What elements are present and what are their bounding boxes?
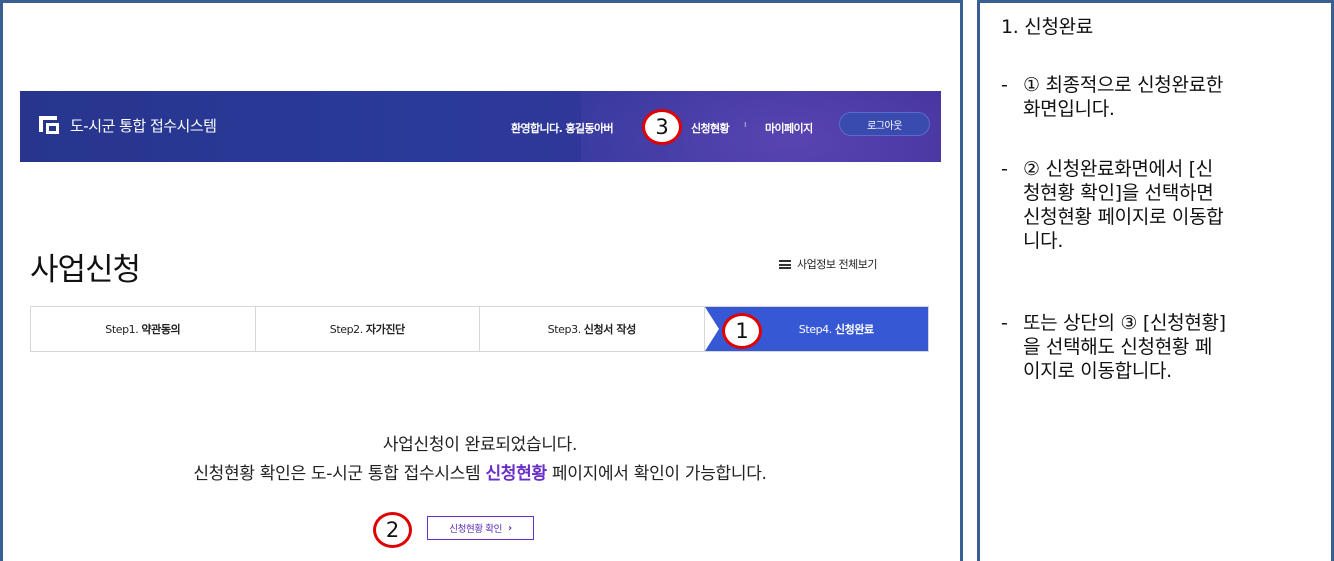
nav-separator: ı	[744, 120, 747, 130]
menu-icon	[779, 260, 791, 269]
annotation-marker-3: 3	[642, 109, 682, 145]
view-all-label: 사업정보 전체보기	[797, 258, 877, 271]
completion-message: 사업신청이 완료되었습니다.	[382, 435, 578, 455]
notes-title: 1. 신청완료	[1001, 16, 1093, 38]
annotation-marker-1: 1	[722, 313, 762, 349]
step-3-prefix: Step3.	[547, 322, 582, 336]
step-3-label: 신청서 작성	[583, 323, 636, 336]
view-all-link[interactable]: 사업정보 전체보기	[779, 256, 877, 272]
step-1: Step1. 약관동의	[31, 307, 256, 351]
note-bullet: -	[1001, 74, 1008, 96]
page-title: 사업신청	[30, 252, 141, 288]
confirm-button-label: 신청현황 확인	[449, 524, 502, 535]
site-title[interactable]: 도-시군 통합 접수시스템	[70, 115, 217, 136]
note-text-3: 또는 상단의 ③ [신청현황] 을 선택해도 신청현황 페 이지로 이동합니다.	[1023, 312, 1226, 382]
note-text-2: ② 신청완료화면에서 [신 청현황 확인]을 선택하면 신청현황 페이지로 이동…	[1023, 158, 1224, 252]
step-2-prefix: Step2.	[329, 322, 364, 336]
nav-apply-status-link[interactable]: 신청현황	[691, 120, 730, 136]
completion-detail: 신청현황 확인은 도-시군 통합 접수시스템 신청현황 페이지에서 확인이 가능…	[0, 459, 960, 484]
step-2: Step2. 자가진단	[256, 307, 480, 351]
apply-status-confirm-button[interactable]: 신청현황 확인 ›	[427, 516, 534, 540]
note-bullet: -	[1001, 158, 1008, 180]
annotation-marker-2: 2	[373, 512, 412, 548]
apply-status-highlight: 신청현황	[485, 464, 547, 484]
step-1-label: 약관동의	[141, 323, 181, 336]
step-4-prefix: Step4.	[798, 322, 833, 336]
step-3: Step3. 신청서 작성	[480, 307, 705, 351]
step-progress: Step1. 약관동의 Step2. 자가진단 Step3. 신청서 작성 Step4…	[30, 306, 929, 352]
logout-button[interactable]: 로그아웃	[839, 112, 930, 136]
note-text-1: ① 최종적으로 신청완료한 화면입니다.	[1023, 74, 1224, 120]
completion-detail-after: 페이지에서 확인이 가능합니다.	[546, 464, 767, 484]
step-4-label: 신청완료	[834, 323, 874, 336]
site-header: 도-시군 통합 접수시스템 환영합니다. 홍길동아버 신청현황 ı 마이페이지 …	[20, 91, 941, 162]
step-1-prefix: Step1.	[105, 322, 139, 336]
logo-icon	[39, 116, 59, 134]
completion-detail-before: 신청현황 확인은 도-시군 통합 접수시스템	[193, 464, 486, 484]
chevron-right-icon: ›	[507, 522, 512, 534]
welcome-text: 환영합니다. 홍길동아버	[511, 122, 614, 135]
note-bullet: -	[1001, 312, 1008, 334]
nav-mypage-link[interactable]: 마이페이지	[765, 120, 813, 136]
step-2-label: 자가진단	[365, 323, 405, 336]
